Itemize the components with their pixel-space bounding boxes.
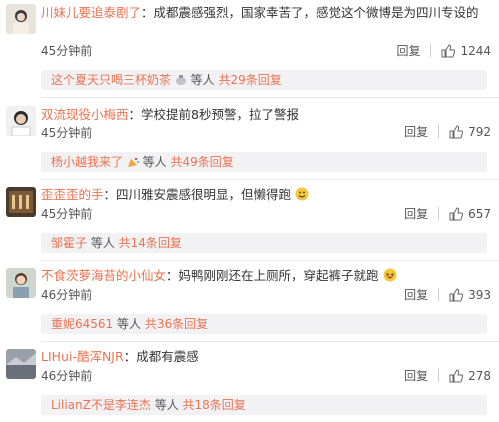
comment-username[interactable]: 双流现役小梅西 (41, 107, 129, 122)
reply-button[interactable]: 回复 (404, 286, 428, 303)
party-emoji-icon (127, 154, 139, 174)
reply-button[interactable]: 回复 (396, 42, 420, 59)
comment-time: 45分钟前 (41, 207, 93, 221)
thumbs-up-icon (441, 43, 456, 57)
avatar[interactable] (6, 349, 36, 379)
like-count: 393 (468, 287, 491, 302)
reply-summary[interactable]: LilianZ不是李连杰 等人 共18条回复 (41, 395, 487, 415)
thumbs-up-icon (449, 206, 464, 220)
reply-username[interactable]: 重妮64561 (51, 317, 113, 331)
comment-actions: 回复 1244 (396, 42, 491, 59)
comment-body: ：四川雅安震感很明显，但懒得跑 (103, 187, 292, 202)
laughing-emoji-icon (383, 268, 397, 287)
pot-emoji-icon (175, 72, 187, 92)
comment-time: 45分钟前 (41, 126, 93, 140)
like-button[interactable]: 657 (449, 207, 491, 221)
comment-actions: 回复 657 (404, 205, 491, 222)
reply-summary[interactable]: 杨小越我来了 等人 共49条回复 (41, 152, 487, 172)
comment-username[interactable]: 川妹儿要追泰剧了 (41, 5, 141, 20)
reply-count[interactable]: 共18条回复 (183, 398, 246, 412)
avatar[interactable] (6, 187, 36, 217)
comment-body: ：妈鸭刚刚还在上厕所，穿起裤子就跑 (166, 268, 379, 283)
divider (41, 97, 499, 98)
reply-mid: 等人 (186, 73, 219, 87)
like-count: 657 (468, 206, 491, 221)
comment-text: 不食茨萝海苔的小仙女：妈鸭刚刚还在上厕所，穿起裤子就跑 (41, 267, 489, 287)
avatar[interactable] (6, 106, 36, 136)
reply-summary[interactable]: 这个夏天只喝三杯奶茶 等人 共29条回复 (41, 70, 487, 90)
reply-summary[interactable]: 重妮64561 等人 共36条回复 (41, 314, 487, 334)
comment-actions: 回复 393 (404, 286, 491, 303)
divider (41, 179, 499, 180)
reply-username[interactable]: LilianZ不是李连杰 (51, 398, 151, 412)
reply-mid: 等人 (138, 155, 171, 169)
comment-time: 46分钟前 (41, 369, 93, 383)
comment-time: 46分钟前 (41, 288, 93, 302)
separator (430, 44, 432, 57)
comment-username[interactable]: 歪歪歪的手 (41, 187, 104, 202)
comment-body: ：成都震感强烈，国家幸苦了，感觉这个微博是为四川专设的 (141, 5, 479, 20)
like-count: 1244 (460, 43, 491, 58)
reply-count[interactable]: 共36条回复 (145, 317, 208, 331)
comment-text: 川妹儿要追泰剧了：成都震感强烈，国家幸苦了，感觉这个微博是为四川专设的 (41, 4, 489, 22)
comment-text: LIHui-酷浑NJR：成都有震感 (41, 348, 489, 366)
comment-actions: 回复 792 (404, 123, 491, 140)
like-count: 278 (468, 368, 491, 383)
thumbs-up-icon (449, 368, 464, 382)
like-button[interactable]: 278 (449, 369, 491, 383)
comment-time: 45分钟前 (41, 44, 93, 58)
reply-username[interactable]: 杨小越我来了 (51, 155, 123, 169)
comment-username[interactable]: 不食茨萝海苔的小仙女 (41, 268, 166, 283)
reply-mid: 等人 (87, 236, 119, 250)
avatar[interactable] (6, 4, 36, 34)
reply-count[interactable]: 共14条回复 (119, 236, 182, 250)
like-button[interactable]: 393 (449, 288, 491, 302)
thumbs-up-icon (449, 287, 464, 301)
reply-mid: 等人 (150, 398, 183, 412)
separator (438, 369, 440, 382)
comment-actions: 回复 278 (404, 367, 491, 384)
thumbs-up-icon (449, 124, 464, 138)
reply-button[interactable]: 回复 (404, 367, 428, 384)
reply-mid: 等人 (113, 317, 145, 331)
comment-username[interactable]: LIHui-酷浑NJR (41, 349, 124, 364)
reply-button[interactable]: 回复 (404, 205, 428, 222)
reply-username[interactable]: 邹霍子 (51, 236, 87, 250)
reply-username[interactable]: 这个夏天只喝三杯奶茶 (51, 73, 171, 87)
divider (41, 260, 499, 261)
divider (41, 341, 499, 342)
reply-count[interactable]: 共29条回复 (218, 73, 281, 87)
reply-summary[interactable]: 邹霍子 等人 共14条回复 (41, 233, 487, 253)
avatar[interactable] (6, 268, 36, 298)
comment-body: ：学校提前8秒预警，拉了警报 (128, 107, 299, 122)
comment-text: 双流现役小梅西：学校提前8秒预警，拉了警报 (41, 106, 489, 124)
comment-text: 歪歪歪的手：四川雅安震感很明显，但懒得跑 (41, 186, 489, 206)
separator (438, 125, 440, 138)
separator (438, 288, 440, 301)
comment-body: ：成都有震感 (123, 349, 199, 364)
like-button[interactable]: 792 (449, 125, 491, 139)
like-button[interactable]: 1244 (441, 44, 491, 58)
reply-count[interactable]: 共49条回复 (170, 155, 233, 169)
reply-button[interactable]: 回复 (404, 123, 428, 140)
grin-emoji-icon (295, 187, 309, 206)
separator (438, 207, 440, 220)
like-count: 792 (468, 124, 491, 139)
